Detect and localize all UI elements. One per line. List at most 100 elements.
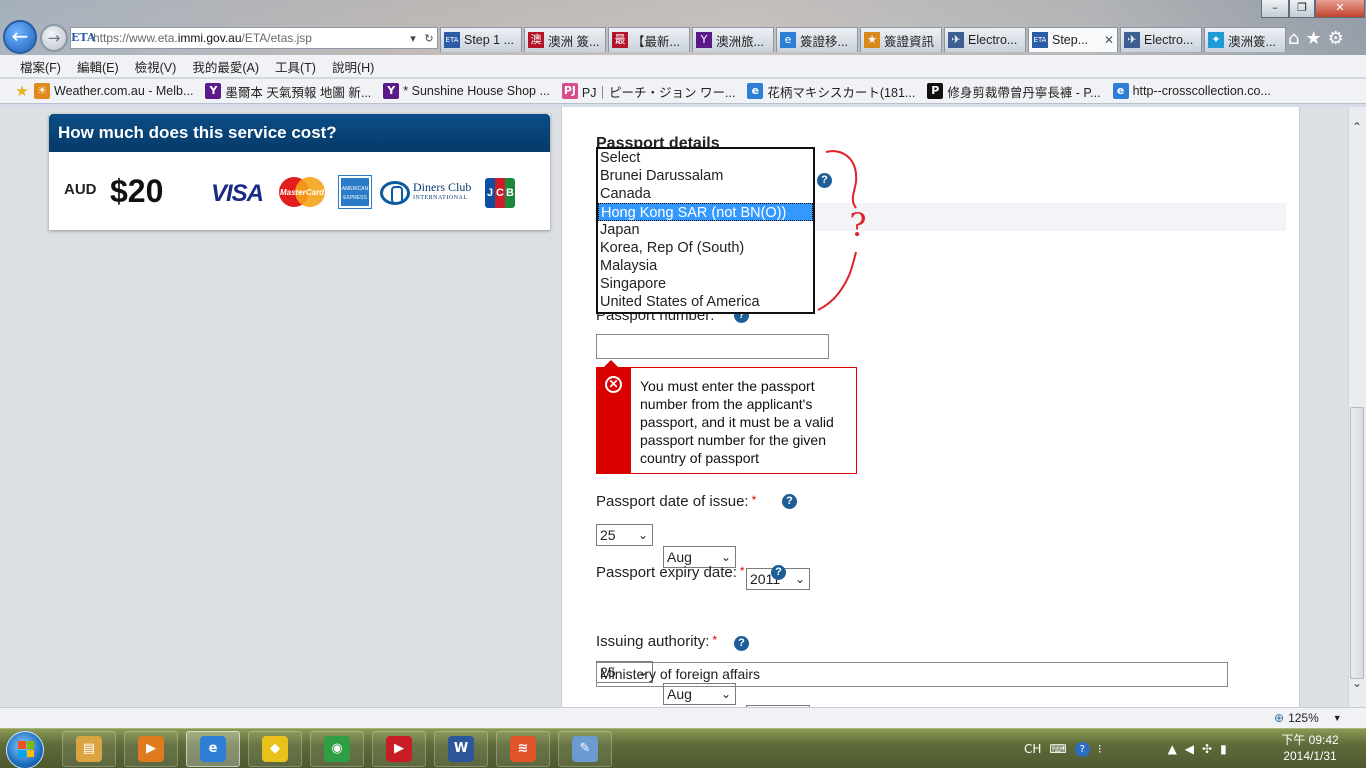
jcb-letter: C [495, 178, 505, 208]
taskbar-app-app-yellow[interactable]: ◆ [248, 731, 302, 767]
scroll-up-icon[interactable]: ⌃ [1350, 120, 1364, 134]
taskbar-app-chrome[interactable]: ◉ [310, 731, 364, 767]
country-of-passport-listbox[interactable]: Select Brunei Darussalam Canada Hong Kong S… [596, 147, 815, 314]
favorite-link[interactable]: e http--crosscollection.co... [1112, 83, 1271, 99]
ime-options-icon[interactable]: ⁝ [1098, 742, 1102, 756]
tools-gear-icon[interactable]: ⚙ [1328, 28, 1344, 49]
help-icon[interactable]: ? [771, 565, 786, 580]
issue-date-label: Passport date of issue: * [596, 493, 756, 510]
browser-tab[interactable]: e 簽證移... [776, 27, 858, 52]
browser-tab[interactable]: Y 澳洲旅... [692, 27, 774, 52]
country-option[interactable]: Canada [598, 185, 813, 203]
country-option[interactable]: Select [598, 149, 813, 167]
country-option[interactable]: Korea, Rep Of (South) [598, 239, 813, 257]
favorite-link[interactable]: Y 墨爾本 天氣預報 地圖 新... [205, 82, 371, 101]
help-icon[interactable]: ? [1074, 741, 1090, 757]
help-icon[interactable]: ? [782, 494, 797, 509]
menu-item[interactable]: 檢視(V) [135, 57, 177, 76]
zoom-control[interactable]: ⊕ 125% ▼ [1274, 711, 1342, 725]
show-hidden-icons-icon[interactable]: ▲ [1168, 742, 1177, 756]
favorite-label: 墨爾本 天氣預報 地圖 新... [225, 85, 372, 100]
cost-currency: AUD [64, 181, 97, 198]
menu-item[interactable]: 編輯(E) [77, 57, 119, 76]
clock[interactable]: 下午 09:42 2014/1/31 [1270, 732, 1350, 764]
scrollbar-thumb[interactable] [1350, 407, 1364, 679]
taskbar-app-player[interactable]: ▶ [372, 731, 426, 767]
menu-item[interactable]: 我的最愛(A) [192, 57, 259, 76]
back-button[interactable]: ← [3, 20, 37, 54]
address-bar[interactable]: ETA https://www.eta.immi.gov.au/ETA/etas… [70, 27, 438, 49]
favorite-label: Weather.com.au - Melb... [54, 84, 194, 98]
menu-item[interactable]: 檔案(F) [20, 57, 61, 76]
browser-tab[interactable]: ★ 簽證資訊 [860, 27, 942, 52]
favorite-site-icon: P [927, 83, 944, 99]
issue-month-value: Aug [667, 549, 692, 565]
tab-label: 【最新... [632, 34, 680, 49]
issue-day-select[interactable]: 25 ⌄ [596, 524, 653, 546]
favorites-star-icon[interactable]: ★ [14, 83, 30, 99]
browser-tab[interactable]: 澳澳洲 簽... [524, 27, 606, 52]
help-icon[interactable]: ? [734, 636, 749, 651]
menu-item[interactable]: 工具(T) [275, 57, 316, 76]
taskbar-app-app-orange[interactable]: ≋ [496, 731, 550, 767]
browser-tab[interactable]: ETA Step 1 ... [440, 27, 522, 52]
favorite-link[interactable]: Y * Sunshine House Shop ... [383, 83, 550, 99]
country-option[interactable]: Singapore [598, 275, 813, 293]
address-url[interactable]: https://www.eta.immi.gov.au/ETA/etas.jsp [93, 31, 405, 45]
start-button[interactable] [6, 731, 44, 768]
browser-tab[interactable]: ✦ 澳洲簽... [1204, 27, 1286, 52]
country-option[interactable]: Malaysia [598, 257, 813, 275]
mastercard-logo: MasterCard [279, 177, 325, 207]
tab-favicon-icon: e [780, 32, 796, 48]
favorite-link[interactable]: P 修身剪裁帶曾丹寧長褲 - P... [927, 82, 1101, 101]
tab-favicon-icon: ETA [1032, 32, 1048, 48]
issuing-authority-input[interactable]: Ministery of foreign affairs [596, 662, 1228, 687]
browser-tab[interactable]: ✈ Electro... [944, 27, 1026, 52]
country-option[interactable]: Japan [598, 221, 813, 239]
taskbar-app-media[interactable]: ▶ [124, 731, 178, 767]
expiry-date-label-text: Passport expiry date: [596, 564, 737, 581]
taskbar-app-explorer[interactable]: ▤ [62, 731, 116, 767]
browser-tab[interactable]: 最【最新... [608, 27, 690, 52]
favorite-link[interactable]: PJ PJ｜ピーチ・ジョン ワー... [561, 82, 736, 101]
favorite-link[interactable]: ☀ Weather.com.au - Melb... [34, 83, 193, 99]
refresh-icon[interactable]: ↻ [421, 32, 437, 45]
app-orange-icon: ≋ [510, 736, 536, 762]
keyboard-icon[interactable]: ⌨ [1049, 742, 1066, 756]
volume-icon[interactable]: ◀ [1185, 742, 1194, 756]
browser-tab[interactable]: ETA Step... ✕ [1028, 27, 1118, 52]
address-dropdown-icon[interactable]: ▾ [405, 32, 421, 45]
minimize-button[interactable]: – [1261, 0, 1289, 18]
country-option[interactable]: Brunei Darussalam [598, 167, 813, 185]
error-x-icon: ✕ [605, 376, 622, 393]
network-share-icon[interactable]: ✣ [1202, 742, 1212, 756]
taskbar-app-paint[interactable]: ✎ [558, 731, 612, 767]
passport-number-input[interactable] [596, 334, 829, 359]
taskbar-app-word[interactable]: W [434, 731, 488, 767]
maximize-button[interactable]: ❐ [1289, 0, 1315, 18]
close-tab-icon[interactable]: ✕ [1104, 33, 1114, 47]
explorer-icon: ▤ [76, 736, 102, 762]
cost-panel-title: How much does this service cost? [49, 114, 550, 152]
signal-icon[interactable]: ▮ [1220, 742, 1227, 756]
app-yellow-icon: ◆ [262, 736, 288, 762]
tab-strip: ETA Step 1 ... 澳澳洲 簽... 最【最新... Y 澳洲旅... e 簽證移.… [440, 27, 1288, 52]
diners-subtitle: INTERNATIONAL [413, 195, 468, 201]
favorite-link[interactable]: e 花柄マキシスカート(181... [747, 82, 915, 101]
scroll-down-icon[interactable]: ⌄ [1350, 676, 1364, 690]
country-option[interactable]: United States of America [598, 293, 813, 311]
zoom-icon: ⊕ [1274, 711, 1285, 725]
forward-button[interactable]: → [40, 24, 68, 52]
home-icon[interactable]: ⌂ [1288, 28, 1299, 49]
favorite-label: PJ｜ピーチ・ジョン ワー... [581, 85, 736, 100]
status-bar: ⊕ 125% ▼ [0, 707, 1366, 728]
browser-tab[interactable]: ✈ Electro... [1120, 27, 1202, 52]
menu-item[interactable]: 說明(H) [332, 57, 374, 76]
country-option[interactable]: Hong Kong SAR (not BN(O)) [598, 203, 813, 221]
paint-icon: ✎ [572, 736, 598, 762]
close-window-button[interactable]: ✕ [1315, 0, 1365, 18]
taskbar-app-ie[interactable]: e [186, 731, 240, 767]
ime-indicator[interactable]: CH [1024, 742, 1041, 756]
favorites-star-icon[interactable]: ★ [1305, 28, 1321, 49]
required-mark: * [751, 493, 757, 507]
